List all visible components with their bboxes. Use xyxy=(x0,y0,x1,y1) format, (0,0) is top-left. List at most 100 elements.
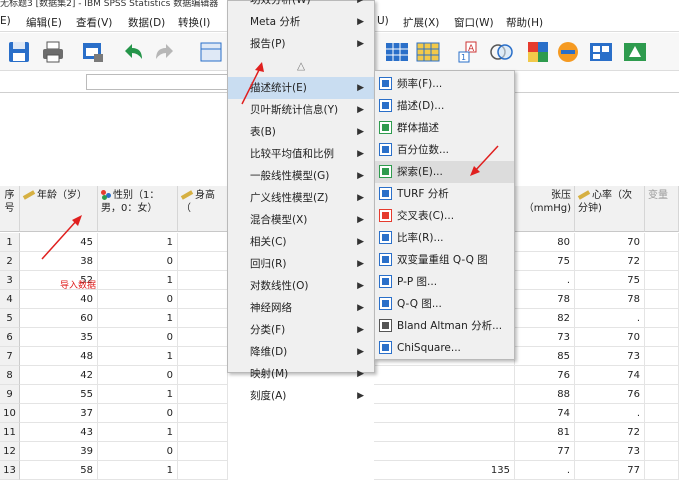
dialog-recall-icon[interactable] xyxy=(80,39,106,65)
row-number[interactable]: 10 xyxy=(0,404,20,423)
menu-item-7[interactable]: 一般线性模型(G) ▶ xyxy=(228,165,374,187)
cell-blood-pressure[interactable]: . xyxy=(515,461,575,480)
redo-icon[interactable] xyxy=(152,39,178,65)
cell-age[interactable]: 43 xyxy=(20,423,98,442)
cell-empty[interactable] xyxy=(645,328,679,347)
cell-hidden-column[interactable] xyxy=(374,404,515,423)
row-number[interactable]: 3 xyxy=(0,271,20,290)
cell-sex[interactable]: 1 xyxy=(98,347,178,366)
menu-data[interactable]: 数据(D) xyxy=(128,15,165,30)
cell-height[interactable] xyxy=(178,461,228,480)
submenu-item-9[interactable]: P-P 图... xyxy=(375,271,514,293)
cell-sex[interactable]: 0 xyxy=(98,252,178,271)
cell-empty[interactable] xyxy=(645,233,679,252)
cell-blood-pressure[interactable]: 85 xyxy=(515,347,575,366)
cell-age[interactable]: 55 xyxy=(20,385,98,404)
column-header-case-number[interactable]: 序号 xyxy=(0,186,20,232)
submenu-item-8[interactable]: 双变量重组 Q-Q 图 xyxy=(375,249,514,271)
cell-blood-pressure[interactable]: 73 xyxy=(515,328,575,347)
cell-blood-pressure[interactable]: 80 xyxy=(515,233,575,252)
cell-heart-rate[interactable]: 75 xyxy=(575,271,645,290)
color-grid-icon[interactable] xyxy=(525,39,551,65)
cell-blood-pressure[interactable]: 88 xyxy=(515,385,575,404)
menu-window[interactable]: 窗口(W) xyxy=(454,15,494,30)
cell-sex[interactable]: 1 xyxy=(98,385,178,404)
save-icon[interactable] xyxy=(6,39,32,65)
cell-heart-rate[interactable]: 70 xyxy=(575,233,645,252)
row-number[interactable]: 13 xyxy=(0,461,20,480)
cell-heart-rate[interactable]: 70 xyxy=(575,328,645,347)
cell-empty[interactable] xyxy=(645,366,679,385)
cell-empty[interactable] xyxy=(645,347,679,366)
cell-age[interactable]: 48 xyxy=(20,347,98,366)
cell-empty[interactable] xyxy=(645,385,679,404)
variables-icon[interactable] xyxy=(384,39,410,65)
cell-height[interactable] xyxy=(178,404,228,423)
cell-height[interactable] xyxy=(178,290,228,309)
menu-item-5[interactable]: 表(B) ▶ xyxy=(228,121,374,143)
cell-blood-pressure[interactable]: 75 xyxy=(515,252,575,271)
cell-blood-pressure[interactable]: 81 xyxy=(515,423,575,442)
cell-sex[interactable]: 0 xyxy=(98,290,178,309)
submenu-item-10[interactable]: Q-Q 图... xyxy=(375,293,514,315)
menu-utilities-cut[interactable]: U) xyxy=(377,15,389,27)
menu-extensions[interactable]: 扩展(X) xyxy=(403,15,439,30)
cell-sex[interactable]: 0 xyxy=(98,442,178,461)
cell-height[interactable] xyxy=(178,328,228,347)
menu-item-14[interactable]: 分类(F) ▶ xyxy=(228,319,374,341)
cell-heart-rate[interactable]: 78 xyxy=(575,290,645,309)
cell-sex[interactable]: 1 xyxy=(98,423,178,442)
row-number[interactable]: 8 xyxy=(0,366,20,385)
split-file-icon[interactable] xyxy=(415,39,441,65)
cell-heart-rate[interactable]: 72 xyxy=(575,423,645,442)
cell-heart-rate[interactable]: 76 xyxy=(575,385,645,404)
menu-item-1[interactable]: 报告(P) ▶ xyxy=(228,33,374,55)
cell-age[interactable]: 40 xyxy=(20,290,98,309)
cell-sex[interactable]: 1 xyxy=(98,461,178,480)
cell-heart-rate[interactable]: . xyxy=(575,309,645,328)
submenu-item-1[interactable]: 描述(D)... xyxy=(375,95,514,117)
cell-age[interactable]: 58 xyxy=(20,461,98,480)
cell-age[interactable]: 35 xyxy=(20,328,98,347)
row-number[interactable]: 1 xyxy=(0,233,20,252)
cell-blood-pressure[interactable]: 78 xyxy=(515,290,575,309)
scale-icon[interactable] xyxy=(555,39,581,65)
select-cases-icon[interactable] xyxy=(588,39,614,65)
cell-value-input[interactable] xyxy=(86,74,228,90)
cell-heart-rate[interactable]: 72 xyxy=(575,252,645,271)
row-number[interactable]: 5 xyxy=(0,309,20,328)
value-labels-icon[interactable]: A1 xyxy=(456,39,482,65)
menu-item-12[interactable]: 对数线性(O) ▶ xyxy=(228,275,374,297)
cell-hidden-column[interactable] xyxy=(374,366,515,385)
cell-height[interactable] xyxy=(178,252,228,271)
cell-sex[interactable]: 1 xyxy=(98,233,178,252)
menu-item-8[interactable]: 广义线性模型(Z) ▶ xyxy=(228,187,374,209)
row-number[interactable]: 9 xyxy=(0,385,20,404)
venn-icon[interactable] xyxy=(488,39,514,65)
cell-empty[interactable] xyxy=(645,404,679,423)
menu-transform[interactable]: 转换(I) xyxy=(178,15,210,30)
menu-item-10[interactable]: 相关(C) ▶ xyxy=(228,231,374,253)
cell-heart-rate[interactable]: 73 xyxy=(575,442,645,461)
menu-extensions-cut[interactable]: E) xyxy=(0,15,11,27)
cell-hidden-column[interactable] xyxy=(374,385,515,404)
cell-heart-rate[interactable]: 74 xyxy=(575,366,645,385)
row-number[interactable]: 2 xyxy=(0,252,20,271)
row-number[interactable]: 12 xyxy=(0,442,20,461)
row-number[interactable]: 7 xyxy=(0,347,20,366)
cell-sex[interactable]: 1 xyxy=(98,271,178,290)
submenu-item-11[interactable]: Bland Altman 分析... xyxy=(375,315,514,337)
cell-heart-rate[interactable]: 77 xyxy=(575,461,645,480)
submenu-item-6[interactable]: 交叉表(C)... xyxy=(375,205,514,227)
menu-help[interactable]: 帮助(H) xyxy=(506,15,543,30)
cell-age[interactable]: 42 xyxy=(20,366,98,385)
cell-sex[interactable]: 1 xyxy=(98,309,178,328)
cell-empty[interactable] xyxy=(645,252,679,271)
cell-blood-pressure[interactable]: 74 xyxy=(515,404,575,423)
submenu-item-2[interactable]: 群体描述 xyxy=(375,117,514,139)
submenu-item-5[interactable]: TURF 分析 xyxy=(375,183,514,205)
submenu-item-0[interactable]: 频率(F)... xyxy=(375,73,514,95)
menu-item-6[interactable]: 比较平均值和比例 ▶ xyxy=(228,143,374,165)
row-number[interactable]: 11 xyxy=(0,423,20,442)
column-header-empty-variable[interactable]: 变量 xyxy=(645,186,679,232)
